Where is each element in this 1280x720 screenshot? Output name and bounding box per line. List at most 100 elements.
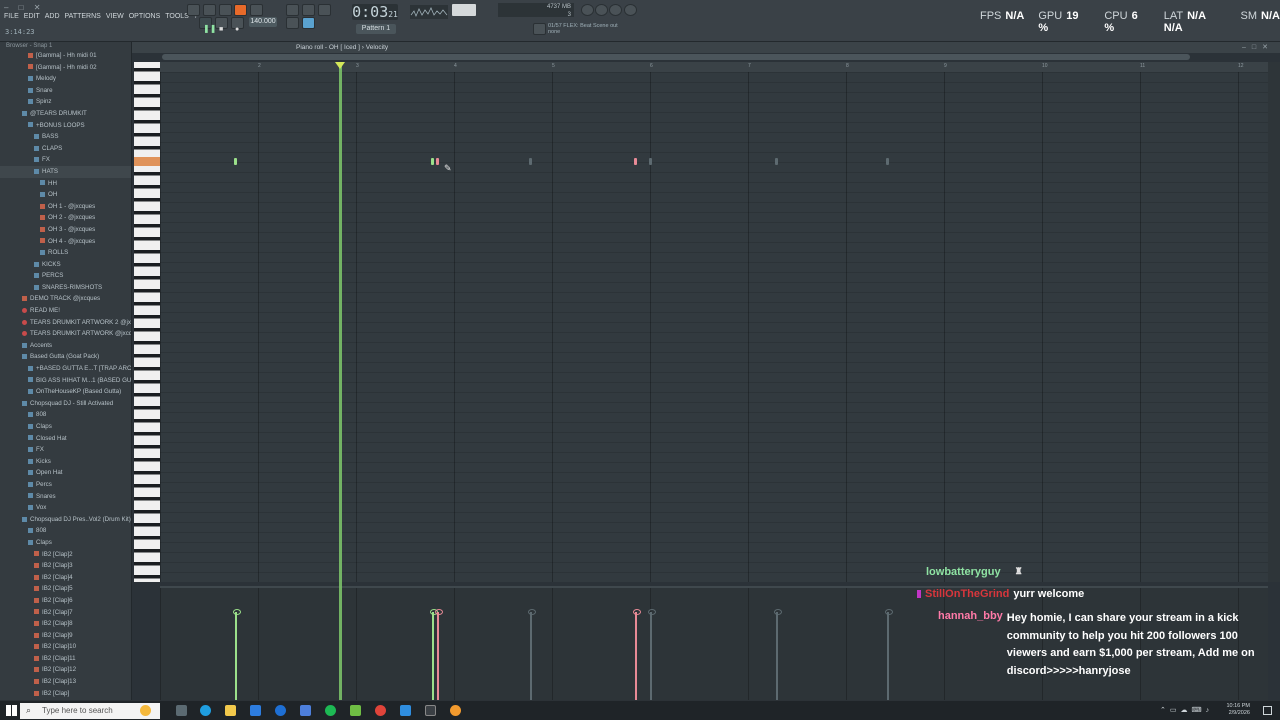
browser-item[interactable]: ROLLS (0, 247, 131, 259)
fl-studio-icon[interactable] (450, 705, 461, 716)
taskbar-clock[interactable]: 10:16 PM 2/9/2026 (1226, 703, 1250, 717)
note[interactable] (431, 158, 434, 165)
browser-item[interactable]: +BONUS LOOPS (0, 120, 131, 132)
menu-options[interactable]: OPTIONS (129, 13, 161, 20)
browser-item[interactable]: IB2 [Clap]13 (0, 676, 131, 688)
menu-file[interactable]: FILE (4, 13, 19, 20)
browser-item[interactable]: IB2 [Clap]4 (0, 572, 131, 584)
edge-icon[interactable] (200, 705, 211, 716)
note-grid[interactable] (160, 72, 1268, 582)
browser-item[interactable]: IB2 [Clap]2 (0, 549, 131, 561)
note[interactable] (234, 158, 237, 165)
browser-item[interactable]: CLAPS (0, 143, 131, 155)
browser-item[interactable]: READ ME! (0, 305, 131, 317)
refresh-icon[interactable] (581, 4, 594, 16)
menu-tools[interactable]: TOOLS (165, 13, 189, 20)
browser-item[interactable]: FX (0, 154, 131, 166)
browser-item[interactable]: HH (0, 178, 131, 190)
velocity-bar[interactable] (633, 609, 641, 700)
browser-item[interactable]: FX (0, 444, 131, 456)
tools-icon[interactable] (595, 4, 608, 16)
horizontal-scrollbar[interactable] (162, 54, 1190, 60)
blend-notes-button[interactable] (302, 17, 315, 29)
browser-item[interactable]: SNARES-RIMSHOTS (0, 282, 131, 294)
browser-item[interactable]: IB2 [Clap]5 (0, 583, 131, 595)
browser-item[interactable]: +BASED GUTTA E...T [TRAP ARCHIVE] (0, 363, 131, 375)
file-explorer-icon[interactable] (225, 705, 236, 716)
browser-item[interactable]: Chopsquad DJ - Still Activated (0, 398, 131, 410)
browser-item[interactable]: Open Hat (0, 467, 131, 479)
browser-item[interactable]: [Gamma] - Hh midi 02 (0, 62, 131, 74)
velocity-bar[interactable] (233, 609, 241, 700)
menu-add[interactable]: ADD (45, 13, 60, 20)
minecraft-icon[interactable] (350, 705, 361, 716)
browser-item[interactable]: 808 (0, 409, 131, 421)
copilot-icon[interactable] (140, 705, 151, 716)
browser-item[interactable]: IB2 [Clap]10 (0, 641, 131, 653)
vertical-scrollbar[interactable] (1268, 62, 1280, 582)
browser-item[interactable]: Snares (0, 491, 131, 503)
loop-record-button[interactable] (250, 4, 263, 16)
browser-item[interactable]: IB2 [Clap]8 (0, 618, 131, 630)
browser-item[interactable]: KICKS (0, 259, 131, 271)
browser-item[interactable]: Based Gutta (Goat Pack) (0, 351, 131, 363)
browser-item[interactable]: OH 1 - @jxcques (0, 201, 131, 213)
chrome-icon[interactable] (375, 705, 386, 716)
time-display[interactable]: 0:0321 (352, 4, 398, 20)
windows-start-icon[interactable] (6, 705, 17, 716)
browser-item[interactable]: Accents (0, 340, 131, 352)
browser-item[interactable]: IB2 [Clap]11 (0, 653, 131, 665)
browser-item[interactable]: Percs (0, 479, 131, 491)
metronome-button[interactable] (286, 4, 299, 16)
window-controls[interactable]: – □ ✕ (4, 3, 44, 12)
browser-item[interactable]: TEARS DRUMKIT ARTWORK 2 @jxcques (0, 317, 131, 329)
menu-view[interactable]: VIEW (106, 13, 124, 20)
pattern-song-toggle[interactable] (187, 4, 200, 16)
pattern-selector[interactable]: Pattern 1 (356, 24, 396, 34)
browser-item[interactable]: IB2 [Clap]12 (0, 664, 131, 676)
browser-item[interactable]: Vox (0, 502, 131, 514)
browser-item[interactable]: Snare (0, 85, 131, 97)
countdown-button[interactable] (318, 4, 331, 16)
note[interactable] (775, 158, 778, 165)
browser-item[interactable]: IB2 [Clap]6 (0, 595, 131, 607)
velocity-bar[interactable] (430, 609, 438, 700)
record-mode-button[interactable] (203, 4, 216, 16)
velocity-bar[interactable] (774, 609, 782, 700)
stop-button[interactable]: ■ (215, 17, 228, 33)
notification-icon[interactable] (1263, 706, 1272, 715)
menu-patterns[interactable]: PATTERNS (65, 13, 101, 20)
browser-item[interactable]: Spinz (0, 96, 131, 108)
browser-item[interactable]: Claps (0, 537, 131, 549)
download-icon[interactable] (533, 23, 546, 35)
playhead-marker[interactable] (335, 62, 345, 69)
store-icon[interactable] (250, 705, 261, 716)
mic-icon[interactable] (609, 4, 622, 16)
playhead[interactable] (339, 62, 342, 700)
note[interactable] (634, 158, 637, 165)
taskbar-search[interactable]: Type here to search (20, 703, 160, 719)
browser-item[interactable]: IB2 [Clap]3 (0, 560, 131, 572)
browser-item[interactable]: OnTheHouseKP (Based Gutta) (0, 386, 131, 398)
play-button[interactable]: ❚❚ (199, 17, 216, 33)
velocity-bar[interactable] (648, 609, 656, 700)
browser-item[interactable]: OH 3 - @jxcques (0, 224, 131, 236)
note[interactable] (649, 158, 652, 165)
system-tray-icons[interactable]: ⌃▭☁⌨♪ (1160, 706, 1213, 714)
record-button[interactable]: ● (231, 17, 244, 33)
browser-item[interactable]: HATS (0, 165, 131, 178)
piano-roll-target[interactable]: Velocity (366, 44, 388, 51)
piano-keyboard[interactable] (134, 62, 160, 582)
help-icon[interactable] (624, 4, 637, 16)
browser-item[interactable]: 808 (0, 525, 131, 537)
step-mode-button[interactable] (219, 4, 232, 16)
vscode-icon[interactable] (400, 705, 411, 716)
menu-edit[interactable]: EDIT (24, 13, 40, 20)
tempo-display[interactable]: 140.000 (249, 17, 277, 27)
piano-roll-window-controls[interactable]: –□✕ (1242, 42, 1274, 53)
velocity-bar[interactable] (435, 609, 443, 700)
task-view-icon[interactable] (176, 705, 187, 716)
browser-item[interactable]: TEARS DRUMKIT ARTWORK @jxcques (0, 328, 131, 340)
note[interactable] (529, 158, 532, 165)
browser-item[interactable]: DEMO TRACK @jxcques (0, 293, 131, 305)
